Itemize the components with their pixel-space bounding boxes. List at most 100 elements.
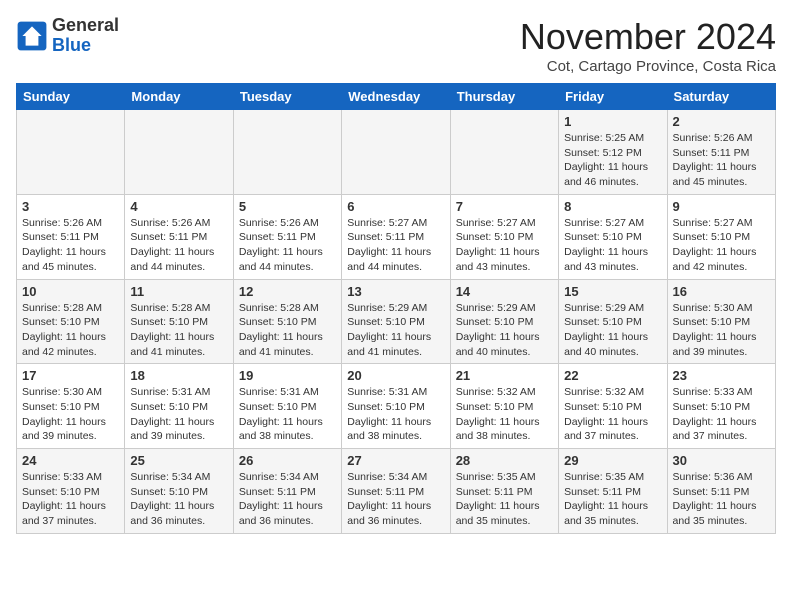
day-cell: 23 Sunrise: 5:33 AM Sunset: 5:10 PM Dayli… (667, 364, 775, 449)
day-cell: 22 Sunrise: 5:32 AM Sunset: 5:10 PM Dayli… (559, 364, 667, 449)
day-cell: 1Sunrise: 5:25 AM Sunset: 5:12 PM Daylig… (559, 110, 667, 195)
day-info: Sunrise: 5:31 AM Sunset: 5:10 PM Dayligh… (347, 385, 444, 444)
day-number: 26 (239, 453, 336, 468)
day-number: 18 (130, 368, 227, 383)
day-info: Sunrise: 5:35 AM Sunset: 5:11 PM Dayligh… (564, 470, 661, 529)
day-cell: 25 Sunrise: 5:34 AM Sunset: 5:10 PM Dayli… (125, 449, 233, 534)
calendar: SundayMondayTuesdayWednesdayThursdayFrid… (16, 83, 776, 534)
logo-blue: Blue (52, 35, 91, 55)
day-number: 6 (347, 199, 444, 214)
day-info: Sunrise: 5:30 AM Sunset: 5:10 PM Dayligh… (673, 301, 770, 360)
day-number: 13 (347, 284, 444, 299)
day-number: 7 (456, 199, 553, 214)
day-info: Sunrise: 5:27 AM Sunset: 5:11 PM Dayligh… (347, 216, 444, 275)
weekday-header-monday: Monday (125, 84, 233, 110)
day-cell: 28 Sunrise: 5:35 AM Sunset: 5:11 PM Dayli… (450, 449, 558, 534)
day-info: Sunrise: 5:30 AM Sunset: 5:10 PM Dayligh… (22, 385, 119, 444)
day-cell: 2 Sunrise: 5:26 AM Sunset: 5:11 PM Daylig… (667, 110, 775, 195)
day-number: 29 (564, 453, 661, 468)
day-number: 22 (564, 368, 661, 383)
day-number: 19 (239, 368, 336, 383)
day-number: 15 (564, 284, 661, 299)
title-area: November 2024 Cot, Cartago Province, Cos… (520, 16, 776, 75)
day-number: 28 (456, 453, 553, 468)
day-cell: 26Sunrise: 5:34 AM Sunset: 5:11 PM Dayli… (233, 449, 341, 534)
day-cell: 6 Sunrise: 5:27 AM Sunset: 5:11 PM Daylig… (342, 194, 450, 279)
day-info: Sunrise: 5:33 AM Sunset: 5:10 PM Dayligh… (22, 470, 119, 529)
day-number: 16 (673, 284, 770, 299)
day-cell: 18 Sunrise: 5:31 AM Sunset: 5:10 PM Dayli… (125, 364, 233, 449)
day-cell: 3 Sunrise: 5:26 AM Sunset: 5:11 PM Daylig… (17, 194, 125, 279)
day-cell (450, 110, 558, 195)
day-number: 8 (564, 199, 661, 214)
day-info: Sunrise: 5:32 AM Sunset: 5:10 PM Dayligh… (456, 385, 553, 444)
day-cell: 7Sunrise: 5:27 AM Sunset: 5:10 PM Daylig… (450, 194, 558, 279)
day-number: 10 (22, 284, 119, 299)
day-number: 1 (564, 114, 661, 129)
day-number: 23 (673, 368, 770, 383)
day-info: Sunrise: 5:29 AM Sunset: 5:10 PM Dayligh… (564, 301, 661, 360)
weekday-header-wednesday: Wednesday (342, 84, 450, 110)
month-title: November 2024 (520, 16, 776, 58)
day-number: 11 (130, 284, 227, 299)
day-cell: 20 Sunrise: 5:31 AM Sunset: 5:10 PM Dayli… (342, 364, 450, 449)
day-info: Sunrise: 5:35 AM Sunset: 5:11 PM Dayligh… (456, 470, 553, 529)
day-cell: 15 Sunrise: 5:29 AM Sunset: 5:10 PM Dayli… (559, 279, 667, 364)
day-number: 17 (22, 368, 119, 383)
header-area: General Blue November 2024 Cot, Cartago … (16, 16, 776, 75)
weekday-header-saturday: Saturday (667, 84, 775, 110)
day-cell (17, 110, 125, 195)
day-cell: 5 Sunrise: 5:26 AM Sunset: 5:11 PM Daylig… (233, 194, 341, 279)
day-number: 5 (239, 199, 336, 214)
weekday-header-friday: Friday (559, 84, 667, 110)
day-number: 2 (673, 114, 770, 129)
day-cell: 19 Sunrise: 5:31 AM Sunset: 5:10 PM Dayli… (233, 364, 341, 449)
day-cell: 12 Sunrise: 5:28 AM Sunset: 5:10 PM Dayli… (233, 279, 341, 364)
day-cell: 24 Sunrise: 5:33 AM Sunset: 5:10 PM Dayli… (17, 449, 125, 534)
day-info: Sunrise: 5:27 AM Sunset: 5:10 PM Dayligh… (564, 216, 661, 275)
logo-icon (16, 20, 48, 52)
day-number: 24 (22, 453, 119, 468)
day-cell: 17 Sunrise: 5:30 AM Sunset: 5:10 PM Dayli… (17, 364, 125, 449)
day-cell: 13 Sunrise: 5:29 AM Sunset: 5:10 PM Dayli… (342, 279, 450, 364)
day-info: Sunrise: 5:28 AM Sunset: 5:10 PM Dayligh… (130, 301, 227, 360)
day-info: Sunrise: 5:32 AM Sunset: 5:10 PM Dayligh… (564, 385, 661, 444)
day-cell: 4Sunrise: 5:26 AM Sunset: 5:11 PM Daylig… (125, 194, 233, 279)
weekday-row: SundayMondayTuesdayWednesdayThursdayFrid… (17, 84, 776, 110)
day-cell: 30Sunrise: 5:36 AM Sunset: 5:11 PM Dayli… (667, 449, 775, 534)
day-cell: 27Sunrise: 5:34 AM Sunset: 5:11 PM Dayli… (342, 449, 450, 534)
day-cell: 10 Sunrise: 5:28 AM Sunset: 5:10 PM Dayli… (17, 279, 125, 364)
day-cell (125, 110, 233, 195)
day-info: Sunrise: 5:34 AM Sunset: 5:11 PM Dayligh… (347, 470, 444, 529)
weekday-header-sunday: Sunday (17, 84, 125, 110)
day-cell: 21 Sunrise: 5:32 AM Sunset: 5:10 PM Dayli… (450, 364, 558, 449)
day-number: 9 (673, 199, 770, 214)
logo-general: General (52, 15, 119, 35)
day-number: 30 (673, 453, 770, 468)
day-info: Sunrise: 5:28 AM Sunset: 5:10 PM Dayligh… (22, 301, 119, 360)
calendar-header: SundayMondayTuesdayWednesdayThursdayFrid… (17, 84, 776, 110)
logo: General Blue (16, 16, 119, 56)
week-row-4: 17 Sunrise: 5:30 AM Sunset: 5:10 PM Dayli… (17, 364, 776, 449)
day-info: Sunrise: 5:26 AM Sunset: 5:11 PM Dayligh… (239, 216, 336, 275)
day-number: 21 (456, 368, 553, 383)
day-info: Sunrise: 5:28 AM Sunset: 5:10 PM Dayligh… (239, 301, 336, 360)
day-cell: 9Sunrise: 5:27 AM Sunset: 5:10 PM Daylig… (667, 194, 775, 279)
weekday-header-tuesday: Tuesday (233, 84, 341, 110)
day-info: Sunrise: 5:33 AM Sunset: 5:10 PM Dayligh… (673, 385, 770, 444)
day-info: Sunrise: 5:31 AM Sunset: 5:10 PM Dayligh… (130, 385, 227, 444)
day-number: 25 (130, 453, 227, 468)
day-info: Sunrise: 5:31 AM Sunset: 5:10 PM Dayligh… (239, 385, 336, 444)
day-number: 20 (347, 368, 444, 383)
day-info: Sunrise: 5:34 AM Sunset: 5:10 PM Dayligh… (130, 470, 227, 529)
day-cell (233, 110, 341, 195)
day-number: 3 (22, 199, 119, 214)
day-info: Sunrise: 5:29 AM Sunset: 5:10 PM Dayligh… (456, 301, 553, 360)
day-info: Sunrise: 5:26 AM Sunset: 5:11 PM Dayligh… (22, 216, 119, 275)
week-row-2: 3 Sunrise: 5:26 AM Sunset: 5:11 PM Daylig… (17, 194, 776, 279)
day-cell: 8 Sunrise: 5:27 AM Sunset: 5:10 PM Daylig… (559, 194, 667, 279)
calendar-body: 1Sunrise: 5:25 AM Sunset: 5:12 PM Daylig… (17, 110, 776, 534)
day-info: Sunrise: 5:29 AM Sunset: 5:10 PM Dayligh… (347, 301, 444, 360)
day-number: 12 (239, 284, 336, 299)
day-info: Sunrise: 5:26 AM Sunset: 5:11 PM Dayligh… (673, 131, 770, 190)
